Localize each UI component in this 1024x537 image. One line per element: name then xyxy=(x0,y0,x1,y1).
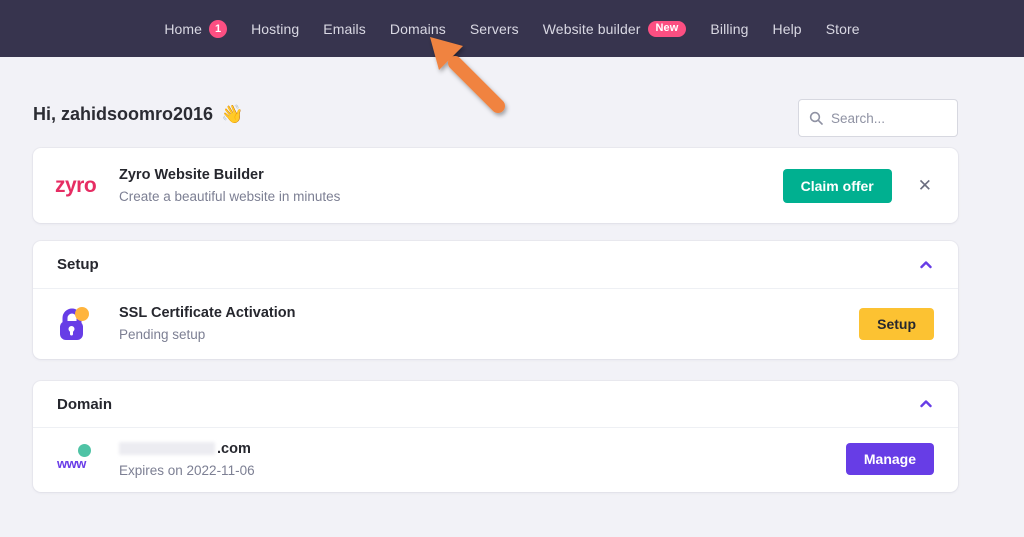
nav-item-label: Store xyxy=(826,21,860,37)
setup-section-header: Setup xyxy=(33,241,958,289)
zyro-subtitle: Create a beautiful website in minutes xyxy=(119,189,783,204)
nav-item-home[interactable]: Home 1 xyxy=(164,20,227,38)
ssl-status: Pending setup xyxy=(119,327,859,342)
setup-section-title: Setup xyxy=(57,256,99,273)
redacted-domain-name xyxy=(119,442,215,455)
www-globe-icon: www xyxy=(57,444,93,474)
nav-item-label: Home xyxy=(164,21,202,37)
ssl-setup-row: SSL Certificate Activation Pending setup… xyxy=(33,289,958,358)
domain-section-title: Domain xyxy=(57,396,112,413)
nav-item-help[interactable]: Help xyxy=(772,21,801,37)
setup-section-card: Setup SSL Certificate Activation xyxy=(33,241,958,359)
top-navbar: Home 1 Hosting Emails Domains Servers We… xyxy=(0,0,1024,57)
setup-button[interactable]: Setup xyxy=(859,308,934,340)
domain-expiry: Expires on 2022-11-06 xyxy=(119,463,846,478)
hpanel-dashboard: Home 1 Hosting Emails Domains Servers We… xyxy=(0,0,1024,537)
nav-item-label: Hosting xyxy=(251,21,299,37)
nav-item-label: Domains xyxy=(390,21,446,37)
chevron-up-icon[interactable] xyxy=(918,257,934,273)
zyro-title: Zyro Website Builder xyxy=(119,167,783,183)
close-icon[interactable]: ✕ xyxy=(914,175,936,196)
page-greeting: Hi, zahidsoomro2016 👋 xyxy=(33,104,243,125)
nav-item-domains[interactable]: Domains xyxy=(390,21,446,37)
nav-item-emails[interactable]: Emails xyxy=(323,21,366,37)
www-icon-text: www xyxy=(57,456,86,471)
nav-item-billing[interactable]: Billing xyxy=(710,21,748,37)
search-input[interactable] xyxy=(831,111,947,126)
zyro-logo: zyro xyxy=(55,174,119,198)
nav-item-label: Servers xyxy=(470,21,519,37)
domain-section-header: Domain xyxy=(33,381,958,428)
manage-button[interactable]: Manage xyxy=(846,443,934,475)
search-box xyxy=(798,99,958,137)
greeting-text: Hi, zahidsoomro2016 xyxy=(33,104,213,125)
zyro-banner-card: zyro Zyro Website Builder Create a beaut… xyxy=(33,148,958,223)
nav-item-label: Emails xyxy=(323,21,366,37)
claim-offer-button[interactable]: Claim offer xyxy=(783,169,892,203)
waving-hand-emoji: 👋 xyxy=(221,104,243,125)
nav-item-label: Help xyxy=(772,21,801,37)
domain-section-card: Domain www .com Expires on 2022-11-06 Ma… xyxy=(33,381,958,492)
nav-item-servers[interactable]: Servers xyxy=(470,21,519,37)
search-icon xyxy=(809,111,823,125)
home-notification-badge: 1 xyxy=(209,20,227,38)
new-badge: New xyxy=(648,21,687,37)
nav-item-store[interactable]: Store xyxy=(826,21,860,37)
nav-item-website-builder[interactable]: Website builder New xyxy=(543,21,687,37)
ssl-lock-icon xyxy=(57,306,89,342)
nav-item-label: Website builder xyxy=(543,21,641,37)
nav-item-hosting[interactable]: Hosting xyxy=(251,21,299,37)
nav-item-label: Billing xyxy=(710,21,748,37)
ssl-title: SSL Certificate Activation xyxy=(119,305,859,321)
domain-row: www .com Expires on 2022-11-06 Manage xyxy=(33,428,958,490)
domain-tld: .com xyxy=(217,441,251,457)
chevron-up-icon[interactable] xyxy=(918,396,934,412)
